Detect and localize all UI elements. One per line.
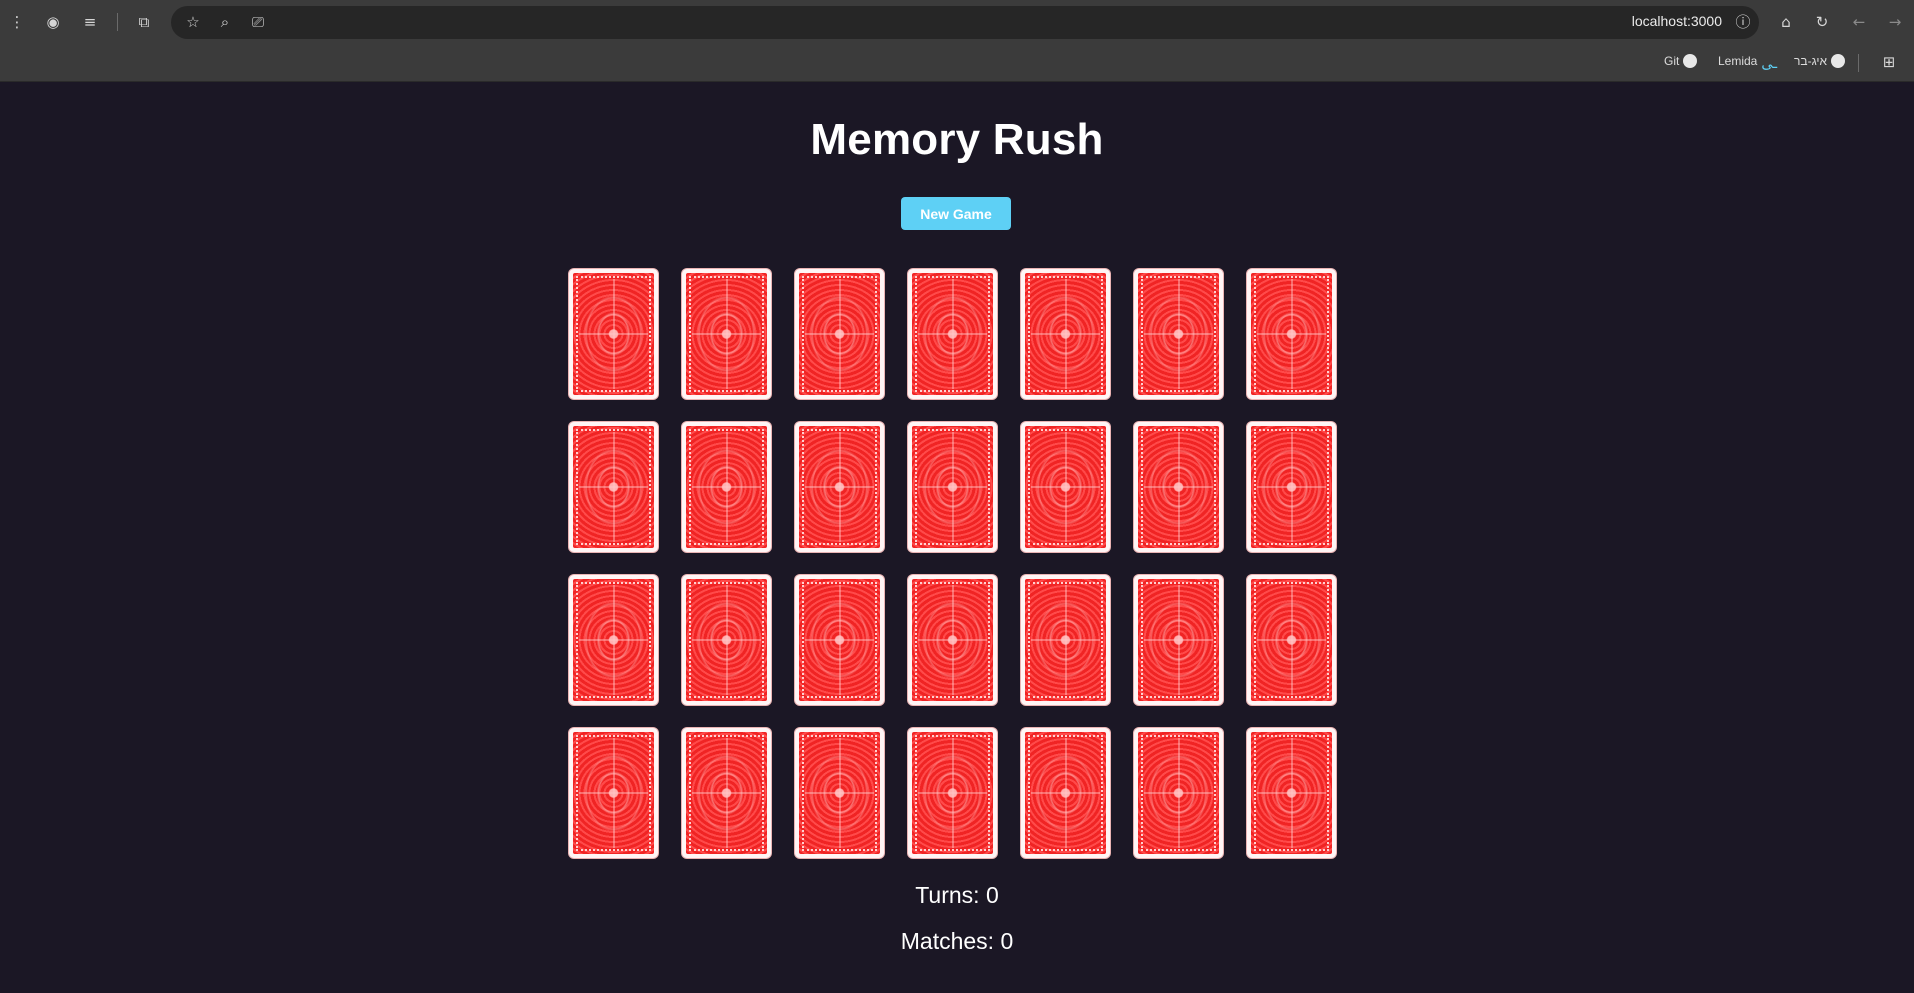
card-back-pattern: [799, 273, 880, 395]
card-grid: [569, 269, 1336, 858]
apps-icon[interactable]: ⊞: [1878, 52, 1900, 72]
bookmark-label: איג-בר: [1794, 54, 1828, 68]
card-back-pattern: [686, 273, 767, 395]
card-back-pattern: [1025, 579, 1106, 701]
card-back-pattern: [1138, 579, 1219, 701]
zoom-icon[interactable]: ⌕: [214, 12, 236, 32]
card-back-pattern: [1138, 732, 1219, 854]
toolbar-divider: [117, 13, 118, 31]
card-back-pattern: [1025, 732, 1106, 854]
memory-card[interactable]: [682, 422, 771, 552]
memory-card[interactable]: [1247, 269, 1336, 399]
memory-card[interactable]: [1021, 422, 1110, 552]
card-back-pattern: [799, 579, 880, 701]
card-back-pattern: [686, 579, 767, 701]
card-back-pattern: [799, 426, 880, 548]
memory-card[interactable]: [569, 269, 658, 399]
bookmark-git[interactable]: Git: [1664, 54, 1698, 68]
url-text[interactable]: localhost:3000: [1632, 13, 1722, 29]
bookmarks-bar: Git Lemida ـى איג-בר ⊞: [0, 44, 1914, 82]
memory-card[interactable]: [1021, 575, 1110, 705]
card-back-pattern: [1138, 426, 1219, 548]
card-back-pattern: [573, 426, 654, 548]
card-back-pattern: [1251, 579, 1332, 701]
forward-icon[interactable]: →: [1884, 12, 1906, 32]
star-icon[interactable]: ☆: [182, 12, 204, 32]
memory-card[interactable]: [569, 422, 658, 552]
profile-icon[interactable]: ◉: [42, 12, 64, 32]
home-icon[interactable]: ⌂: [1775, 12, 1797, 32]
memory-card[interactable]: [1247, 422, 1336, 552]
page-title: Memory Rush: [810, 115, 1104, 164]
card-back-pattern: [912, 579, 993, 701]
card-back-pattern: [912, 426, 993, 548]
memory-card[interactable]: [569, 728, 658, 858]
memory-card[interactable]: [569, 575, 658, 705]
memory-card[interactable]: [795, 269, 884, 399]
card-back-pattern: [1251, 732, 1332, 854]
card-back-pattern: [912, 732, 993, 854]
card-back-pattern: [573, 732, 654, 854]
new-game-button[interactable]: New Game: [901, 197, 1011, 230]
browser-toolbar: ⋮ ◉ ≡ ⧉ ☆ ⌕ ⎚ localhost:3000 ⓘ ⌂ ↻ ← →: [0, 0, 1914, 44]
card-back-pattern: [1025, 273, 1106, 395]
bookmark-label: Git: [1664, 54, 1680, 68]
memory-card[interactable]: [682, 269, 771, 399]
memory-card[interactable]: [1134, 422, 1223, 552]
globe-icon: [1831, 54, 1846, 68]
memory-card[interactable]: [1134, 575, 1223, 705]
memory-card[interactable]: [1134, 728, 1223, 858]
memory-card[interactable]: [908, 728, 997, 858]
card-back-pattern: [686, 732, 767, 854]
extensions-icon[interactable]: ⧉: [133, 12, 155, 32]
memory-card[interactable]: [682, 575, 771, 705]
matches-counter: Matches: 0: [900, 928, 1014, 954]
memory-card[interactable]: [1247, 575, 1336, 705]
card-back-pattern: [1251, 426, 1332, 548]
bookmark-lemida[interactable]: Lemida ـى: [1718, 54, 1777, 72]
memory-card[interactable]: [795, 422, 884, 552]
reading-list-icon[interactable]: ≡: [79, 12, 101, 32]
card-back-pattern: [912, 273, 993, 395]
bookmark-label: Lemida: [1718, 54, 1758, 68]
bookmark-hebrew[interactable]: איג-בר: [1794, 54, 1846, 68]
card-back-pattern: [573, 579, 654, 701]
memory-card[interactable]: [795, 575, 884, 705]
card-back-pattern: [573, 273, 654, 395]
lemida-icon: ـى: [1761, 55, 1778, 71]
bookmarks-divider: [1858, 54, 1859, 72]
memory-card[interactable]: [1021, 728, 1110, 858]
memory-card[interactable]: [1134, 269, 1223, 399]
github-icon: [1683, 54, 1698, 68]
memory-card[interactable]: [1021, 269, 1110, 399]
memory-card[interactable]: [682, 728, 771, 858]
turns-counter: Turns: 0: [915, 882, 999, 908]
card-back-pattern: [799, 732, 880, 854]
memory-card[interactable]: [908, 575, 997, 705]
card-back-pattern: [686, 426, 767, 548]
card-back-pattern: [1025, 426, 1106, 548]
menu-dots-icon[interactable]: ⋮: [6, 12, 28, 32]
memory-card[interactable]: [795, 728, 884, 858]
memory-card[interactable]: [1247, 728, 1336, 858]
card-back-pattern: [1138, 273, 1219, 395]
info-icon[interactable]: ⓘ: [1732, 12, 1754, 32]
address-bar[interactable]: ☆ ⌕ ⎚: [171, 6, 1759, 39]
memory-card[interactable]: [908, 269, 997, 399]
memory-card[interactable]: [908, 422, 997, 552]
back-icon[interactable]: ←: [1848, 12, 1870, 32]
reload-icon[interactable]: ↻: [1811, 12, 1833, 32]
cast-icon[interactable]: ⎚: [247, 12, 269, 32]
browser-chrome: ⋮ ◉ ≡ ⧉ ☆ ⌕ ⎚ localhost:3000 ⓘ ⌂ ↻ ← → G…: [0, 0, 1914, 82]
card-back-pattern: [1251, 273, 1332, 395]
